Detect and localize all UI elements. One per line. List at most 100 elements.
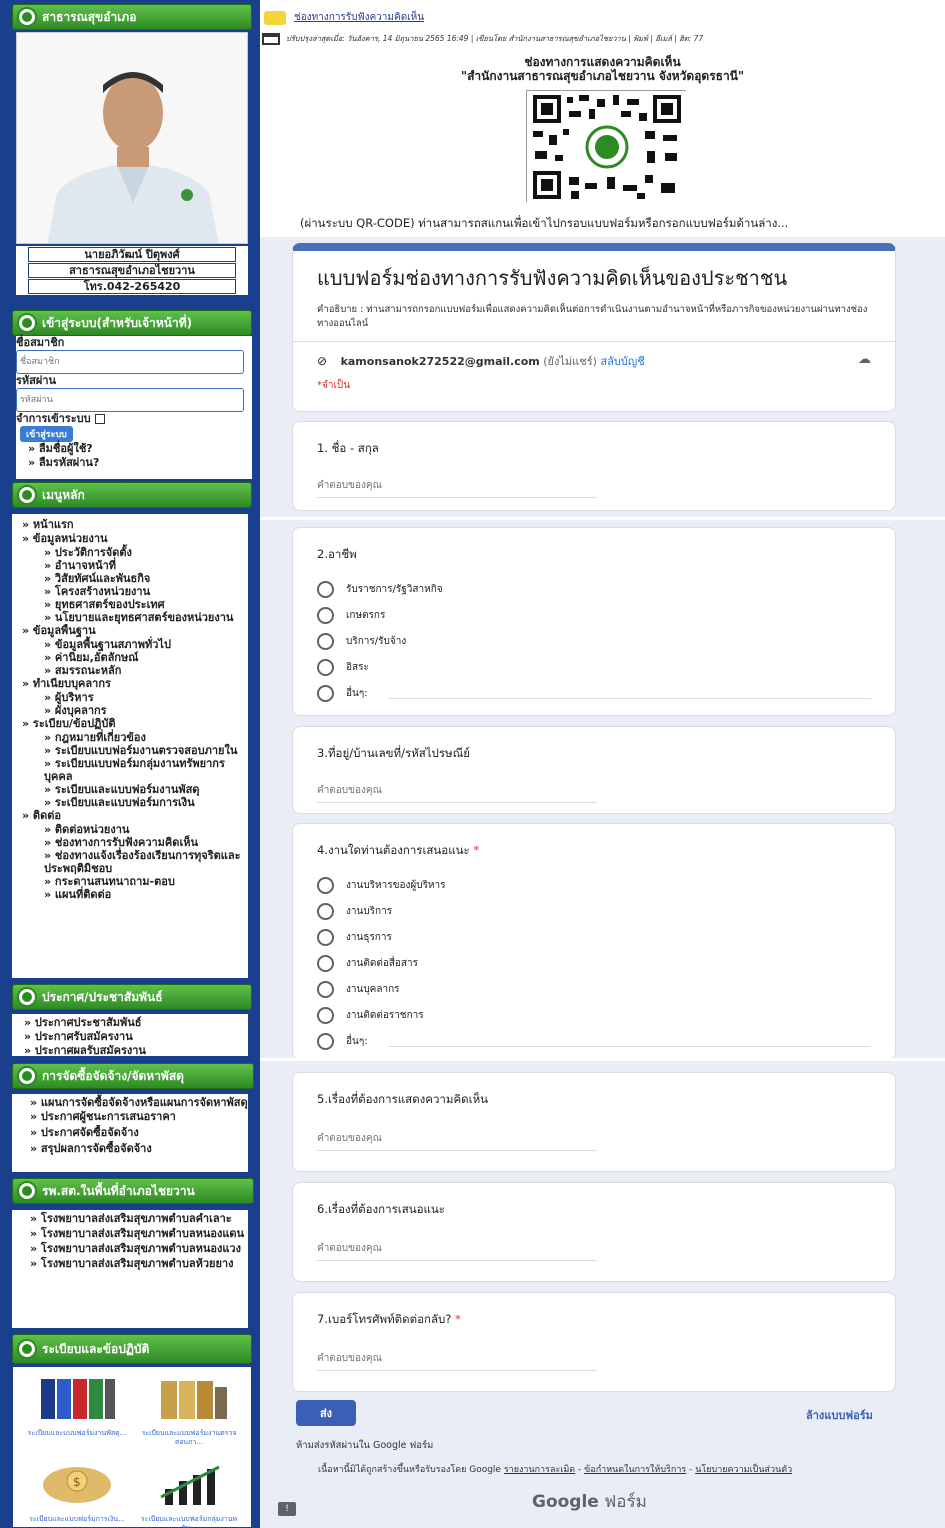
login-button[interactable]: เข้าสู่ระบบ <box>20 426 73 442</box>
radio-button-icon[interactable] <box>317 606 334 624</box>
official-phone: โทร.042-265420 <box>28 279 236 294</box>
occupation-option-label: เกษตรกร <box>346 609 386 621</box>
main-menu-item[interactable]: » ผังบุคลากร <box>22 704 248 717</box>
feedback-icon[interactable]: ! <box>278 1502 296 1516</box>
main-menu-item[interactable]: » ระเบียบแบบฟอร์มกลุ่มงานทรัพยากรบุคคล <box>22 757 248 783</box>
answer-opinion-input[interactable]: คำตอบของคุณ <box>317 1131 597 1151</box>
main-menu-item[interactable]: » วิสัยทัศน์และพันธกิจ <box>22 572 248 585</box>
suggestion-area-option[interactable]: งานติดต่อสื่อสาร <box>317 950 871 976</box>
menu-item-proc-plan[interactable]: » แผนการจัดซื้อจัดจ้างหรือแผนการจัดหาพัส… <box>30 1096 248 1109</box>
terms-link[interactable]: ข้อกำหนดในการให้บริการ <box>584 1465 686 1475</box>
menu-item-proc-summary[interactable]: » สรุปผลการจัดซื้อจัดจ้าง <box>30 1141 248 1157</box>
occupation-option[interactable]: อิสระ <box>317 654 871 680</box>
password-input[interactable] <box>16 388 244 412</box>
menu-item-hospital-3[interactable]: » โรงพยาบาลส่งเสริมสุขภาพตำบลหนองแวง <box>30 1242 248 1255</box>
radio-button-icon[interactable] <box>317 954 334 972</box>
main-menu-item[interactable]: » ระเบียบและแบบฟอร์มงานพัสดุ <box>22 783 248 796</box>
breadcrumb[interactable]: ช่องทางการรับฟังความคิดเห็น <box>264 10 424 25</box>
menu-item-hospital-4[interactable]: » โรงพยาบาลส่งเสริมสุขภาพตำบลห้วยยาง <box>30 1257 248 1270</box>
menu-item-proc-notice[interactable]: » ประกาศจัดซื้อจัดจ้าง <box>30 1125 248 1141</box>
main-menu-item[interactable]: » กระดานสนทนาถาม-ตอบ <box>22 875 248 888</box>
main-menu-item[interactable]: » ทำเนียบบุคลากร <box>22 677 248 691</box>
sidebar-header-main-menu: เมนูหลัก <box>12 482 252 508</box>
menu-item-job-post[interactable]: » ประกาศรับสมัครงาน <box>24 1030 248 1044</box>
main-menu-item[interactable]: » ค่านิยม,อัตลักษณ์ <box>22 651 248 664</box>
main-menu-item[interactable]: » สมรรถนะหลัก <box>22 664 248 677</box>
official-photo <box>16 32 248 244</box>
radio-button-icon[interactable] <box>317 876 334 894</box>
suggestion-area-option-label: งานบริการ <box>346 905 393 917</box>
main-menu-item[interactable]: » ระเบียบและแบบฟอร์มการเงิน <box>22 796 248 809</box>
article-icon <box>264 10 286 25</box>
sidebar-header-regulations: ระเบียบและข้อปฏิบัติ <box>12 1334 252 1364</box>
menu-item-hospital-2[interactable]: » โรงพยาบาลส่งเสริมสุขภาพตำบลหนองแดน <box>30 1227 248 1240</box>
answer-name-input[interactable]: คำตอบของคุณ <box>317 478 597 498</box>
privacy-link[interactable]: นโยบายความเป็นส่วนตัว <box>695 1465 792 1475</box>
main-menu-item[interactable]: » ประวัติการจัดตั้ง <box>22 546 248 559</box>
radio-button-icon[interactable] <box>317 658 334 676</box>
menu-item-proc-winner[interactable]: » ประกาศผู้ชนะการเสนอราคา <box>30 1109 248 1125</box>
occupation-option[interactable]: รับราชการ/รัฐวิสาหกิจ <box>317 576 871 602</box>
occupation-option[interactable]: บริการ/รับจ้าง <box>317 628 871 654</box>
suggestion-area-option[interactable]: งานบริการ <box>317 898 871 924</box>
main-menu-item[interactable]: » ติดต่อ <box>22 809 248 823</box>
report-abuse-link[interactable]: รายงานการละเมิด <box>504 1465 575 1475</box>
suggestion-area-option[interactable]: งานบริหารของผู้บริหาร <box>317 872 871 898</box>
menu-item-job-result[interactable]: » ประกาศผลรับสมัครงาน <box>24 1044 248 1056</box>
main-menu-item[interactable]: » ข้อมูลพื้นฐาน <box>22 624 248 638</box>
radio-button-icon[interactable] <box>317 980 334 998</box>
suggestion-area-option[interactable]: งานติดต่อราชการ <box>317 1002 871 1028</box>
radio-button-icon[interactable] <box>317 632 334 650</box>
main-menu-item[interactable]: » ข้อมูลพื้นฐานสภาพทั่วไป <box>22 638 248 651</box>
main-menu-item[interactable]: » กฎหมายที่เกี่ยวข้อง <box>22 731 248 744</box>
radio-button-icon[interactable] <box>317 928 334 946</box>
main-menu-item[interactable]: » ระเบียบแบบฟอร์มงานตรวจสอบภายใน <box>22 744 248 757</box>
main-menu-item[interactable]: » ผู้บริหาร <box>22 691 248 704</box>
answer-address-input[interactable]: คำตอบของคุณ <box>317 783 597 803</box>
answer-suggestion-input[interactable]: คำตอบของคุณ <box>317 1241 597 1261</box>
main-menu-item[interactable]: » ช่องทางการรับฟังความคิดเห็น <box>22 836 248 849</box>
password-label: รหัสผ่าน <box>16 374 57 387</box>
reg-thumb-finance[interactable]: $ ระเบียบและแบบฟอร์มการเงิน... <box>27 1459 127 1528</box>
suggestion-area-other-input[interactable] <box>387 1035 871 1047</box>
clear-form-button[interactable]: ล้างแบบฟอร์ม <box>806 1406 873 1424</box>
radio-button-icon[interactable] <box>317 684 334 702</box>
main-menu-item[interactable]: » ช่องทางแจ้งเรื่องร้องเรียนการทุจริตและ… <box>22 849 248 875</box>
reg-thumb-supplies[interactable]: ระเบียบและแบบฟอร์มงานพัสดุ... <box>27 1373 127 1448</box>
occupation-option[interactable]: อื่นๆ: <box>317 680 871 706</box>
menu-item-pr[interactable]: » ประกาศประชาสัมพันธ์ <box>24 1016 248 1030</box>
switch-account-link[interactable]: สลับบัญชี <box>600 355 644 368</box>
radio-button-icon[interactable] <box>317 580 334 598</box>
main-menu-item[interactable]: » ระเบียบ/ข้อปฏิบัติ <box>22 717 248 731</box>
main-menu-item[interactable]: » โครงสร้างหน่วยงาน <box>22 585 248 598</box>
occupation-option[interactable]: เกษตรกร <box>317 602 871 628</box>
official-name-card: นายอภิวัฒน์ ปิตุพงศ์ สาธารณสุขอำเภอไชยวา… <box>16 246 248 295</box>
reg-thumb-hr[interactable]: ระเบียบและแบบฟอร์มกลุ่มงานทรัพ... <box>139 1459 239 1528</box>
username-label: ชื่อสมาชิก <box>16 336 65 349</box>
main-menu-item[interactable]: » ข้อมูลหน่วยงาน <box>22 532 248 546</box>
main-menu-item[interactable]: » อำนาจหน้าที่ <box>22 559 248 572</box>
submit-button[interactable]: ส่ง <box>296 1400 356 1426</box>
radio-button-icon[interactable] <box>317 902 334 920</box>
main-menu-item[interactable]: » ยุทธศาสตร์ของประเทศ <box>22 598 248 611</box>
radio-button-icon[interactable] <box>317 1006 334 1024</box>
menu-item-hospital-1[interactable]: » โรงพยาบาลส่งเสริมสุขภาพตำบลคำเลาะ <box>30 1212 248 1225</box>
forgot-password-link[interactable]: » ลืมรหัสผ่าน? <box>28 456 252 470</box>
radio-button-icon[interactable] <box>317 1032 334 1050</box>
answer-phone-input[interactable]: คำตอบของคุณ <box>317 1351 597 1371</box>
main-menu-item[interactable]: » หน้าแรก <box>22 518 248 532</box>
reg-thumb-audit[interactable]: ระเบียบและแบบฟอร์มงานตรวจสอบภา... <box>139 1373 239 1448</box>
main-menu-item[interactable]: » แผนที่ติดต่อ <box>22 888 248 901</box>
main-menu-item[interactable]: » นโยบายและยุทธศาสตร์ของหน่วยงาน <box>22 611 248 624</box>
username-input[interactable] <box>16 350 244 374</box>
suggestion-area-option[interactable]: งานธุรการ <box>317 924 871 950</box>
hospitals-menu: » โรงพยาบาลส่งเสริมสุขภาพตำบลคำเลาะ » โร… <box>12 1210 248 1328</box>
question-suggestion-area: 4.งานใดท่านต้องการเสนอแนะ * <box>317 843 480 857</box>
occupation-other-input[interactable] <box>387 687 871 699</box>
forgot-username-link[interactable]: » ลืมชื่อผู้ใช้? <box>28 442 252 456</box>
suggestion-area-option[interactable]: งานบุคลากร <box>317 976 871 1002</box>
main-menu-item[interactable]: » ติดต่อหน่วยงาน <box>22 823 248 836</box>
remember-checkbox[interactable] <box>94 414 105 424</box>
main-menu: » หน้าแรก» ข้อมูลหน่วยงาน» ประวัติการจัด… <box>12 514 248 978</box>
suggestion-area-option[interactable]: อื่นๆ: <box>317 1028 871 1054</box>
